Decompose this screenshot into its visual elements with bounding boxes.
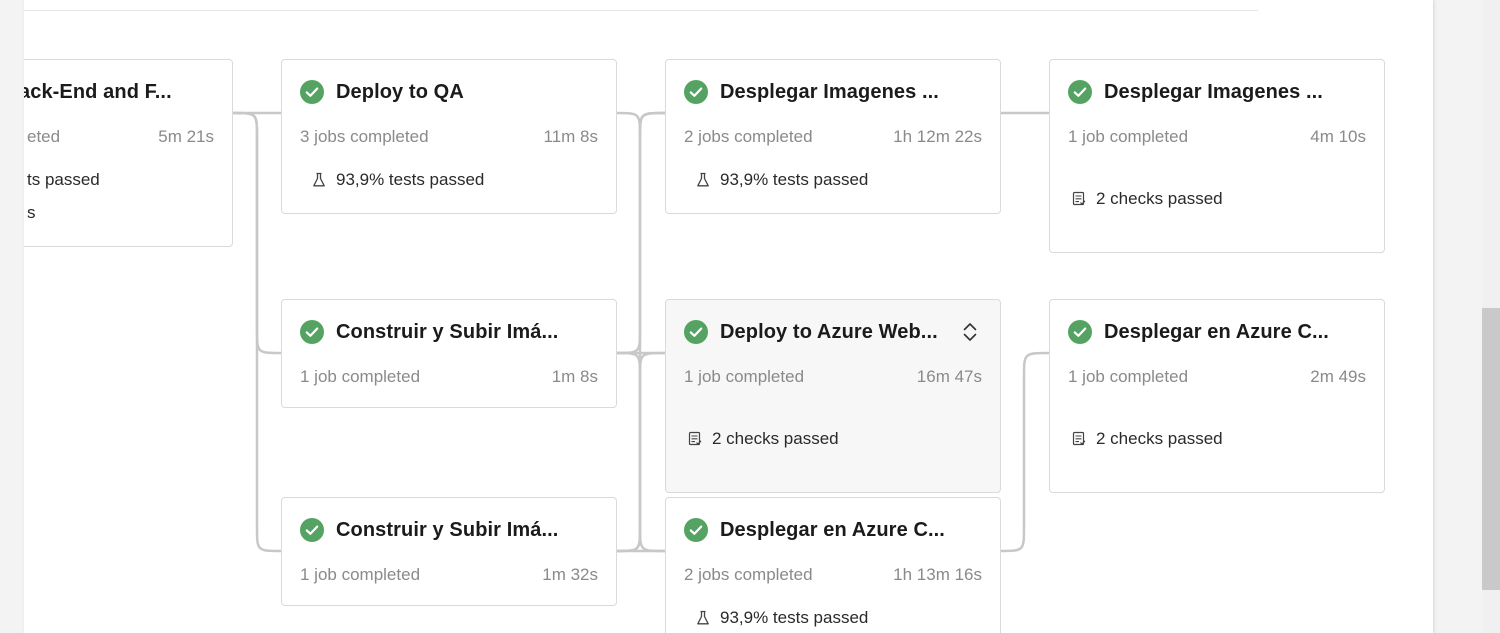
stage-title: Construir y Subir Imá... [336, 320, 559, 343]
stage-title: ack-End and F... [24, 80, 172, 103]
stage-desplegar-imagenes-1[interactable]: Desplegar Imagenes ... 2 jobs completed … [665, 59, 1001, 214]
vertical-scrollbar-thumb[interactable] [1482, 308, 1500, 590]
stage-header: Construir y Subir Imá... [300, 320, 558, 344]
check-circle-icon [300, 518, 324, 542]
stage-tests: 93,9% tests passed [694, 608, 868, 628]
stage-header: Desplegar en Azure C... [1068, 320, 1329, 344]
stage-duration: 1h 13m 16s [893, 565, 982, 584]
chevron-up-down-icon[interactable] [960, 321, 980, 343]
stage-title: Desplegar Imagenes ... [1104, 80, 1323, 103]
stage-duration: 1m 32s [542, 565, 598, 584]
stage-construir-1[interactable]: Construir y Subir Imá... 1 job completed… [281, 299, 617, 408]
stage-checks-label: 2 checks passed [1096, 189, 1223, 208]
stage-status: 1 job completed [1068, 127, 1189, 146]
checklist-icon [688, 431, 702, 446]
stage-status: 1 job completed [684, 367, 805, 386]
stage-tests-label: ts passed [27, 170, 100, 189]
stage-status: eted [27, 127, 61, 146]
check-circle-icon [300, 320, 324, 344]
connector-azurec2-azurec1 [999, 351, 1050, 553]
stage-backend[interactable]: ack-End and F... eted 5m 21s ts passed s [24, 59, 233, 247]
stage-header: ack-End and F... [24, 80, 172, 104]
stage-status: 3 jobs completed [300, 127, 429, 146]
stage-duration: 1h 12m 22s [893, 127, 982, 146]
stage-tests: 93,9% tests passed [310, 170, 484, 190]
check-circle-icon [300, 80, 324, 104]
stage-duration: 2m 49s [1310, 367, 1366, 386]
stage-status: 1 job completed [300, 565, 421, 584]
stage-duration: 11m 8s [543, 127, 599, 146]
stage-duration: 4m 10s [1310, 127, 1366, 146]
stage-header: Desplegar en Azure C... [684, 518, 945, 542]
stage-deploy-to-qa[interactable]: Deploy to QA 3 jobs completed 11m 8s 93,… [281, 59, 617, 214]
stage-title: Desplegar en Azure C... [720, 518, 945, 541]
check-circle-icon [1068, 80, 1092, 104]
stage-title: Construir y Subir Imá... [336, 518, 559, 541]
check-circle-icon [684, 320, 708, 344]
checklist-icon [1072, 431, 1086, 446]
stage-status: 1 job completed [300, 367, 421, 386]
beaker-icon [313, 172, 325, 187]
stage-header: Desplegar Imagenes ... [684, 80, 939, 104]
stage-status: 1 job completed [1068, 367, 1189, 386]
stage-checks-label: 2 checks passed [712, 429, 839, 448]
checklist-icon [1072, 191, 1086, 206]
connector-backend-construir2 [232, 111, 282, 553]
stage-desplegar-imagenes-2[interactable]: Desplegar Imagenes ... 1 job completed 4… [1049, 59, 1385, 253]
stage-checks-label: 2 checks passed [1096, 429, 1223, 448]
check-circle-icon [1068, 320, 1092, 344]
stage-header: Construir y Subir Imá... [300, 518, 558, 542]
stage-deploy-to-azure-web[interactable]: Deploy to Azure Web... 1 job completed 1… [665, 299, 1001, 493]
pipeline-stages-canvas: ack-End and F... eted 5m 21s ts passed s… [24, 0, 1433, 633]
stage-title: Deploy to QA [336, 80, 464, 103]
stage-title: Desplegar en Azure C... [1104, 320, 1329, 343]
stage-checks: 2 checks passed [1070, 189, 1223, 209]
stage-tests-label: 93,9% tests passed [336, 170, 485, 189]
stage-construir-2[interactable]: Construir y Subir Imá... 1 job completed… [281, 497, 617, 606]
check-circle-icon [684, 80, 708, 104]
stage-checks-label: s [27, 203, 36, 222]
stage-tests: ts passed [27, 170, 100, 190]
stage-desplegar-azure-c-2[interactable]: Desplegar en Azure C... 2 jobs completed… [665, 497, 1001, 633]
stage-checks: s [27, 203, 36, 223]
stage-tests: 93,9% tests passed [694, 170, 868, 190]
stage-tests-label: 93,9% tests passed [720, 170, 869, 189]
stage-title: Desplegar Imagenes ... [720, 80, 939, 103]
connector-construir1-azurec2 [615, 351, 666, 553]
stage-desplegar-azure-c-1[interactable]: Desplegar en Azure C... 1 job completed … [1049, 299, 1385, 493]
stage-title: Deploy to Azure Web... [720, 320, 938, 343]
stage-header: Deploy to Azure Web... [684, 320, 938, 344]
stage-header: Desplegar Imagenes ... [1068, 80, 1323, 104]
stage-status: 2 jobs completed [684, 565, 813, 584]
check-circle-icon [684, 518, 708, 542]
stage-checks: 2 checks passed [686, 429, 839, 449]
stage-header: Deploy to QA [300, 80, 464, 104]
stage-duration: 5m 21s [158, 127, 214, 146]
beaker-icon [697, 610, 709, 625]
stage-tests-label: 93,9% tests passed [720, 608, 869, 627]
stage-duration: 1m 8s [551, 367, 598, 386]
beaker-icon [697, 172, 709, 187]
stage-duration: 16m 47s [916, 367, 982, 386]
stage-checks: 2 checks passed [1070, 429, 1223, 449]
stage-status: 2 jobs completed [684, 127, 813, 146]
